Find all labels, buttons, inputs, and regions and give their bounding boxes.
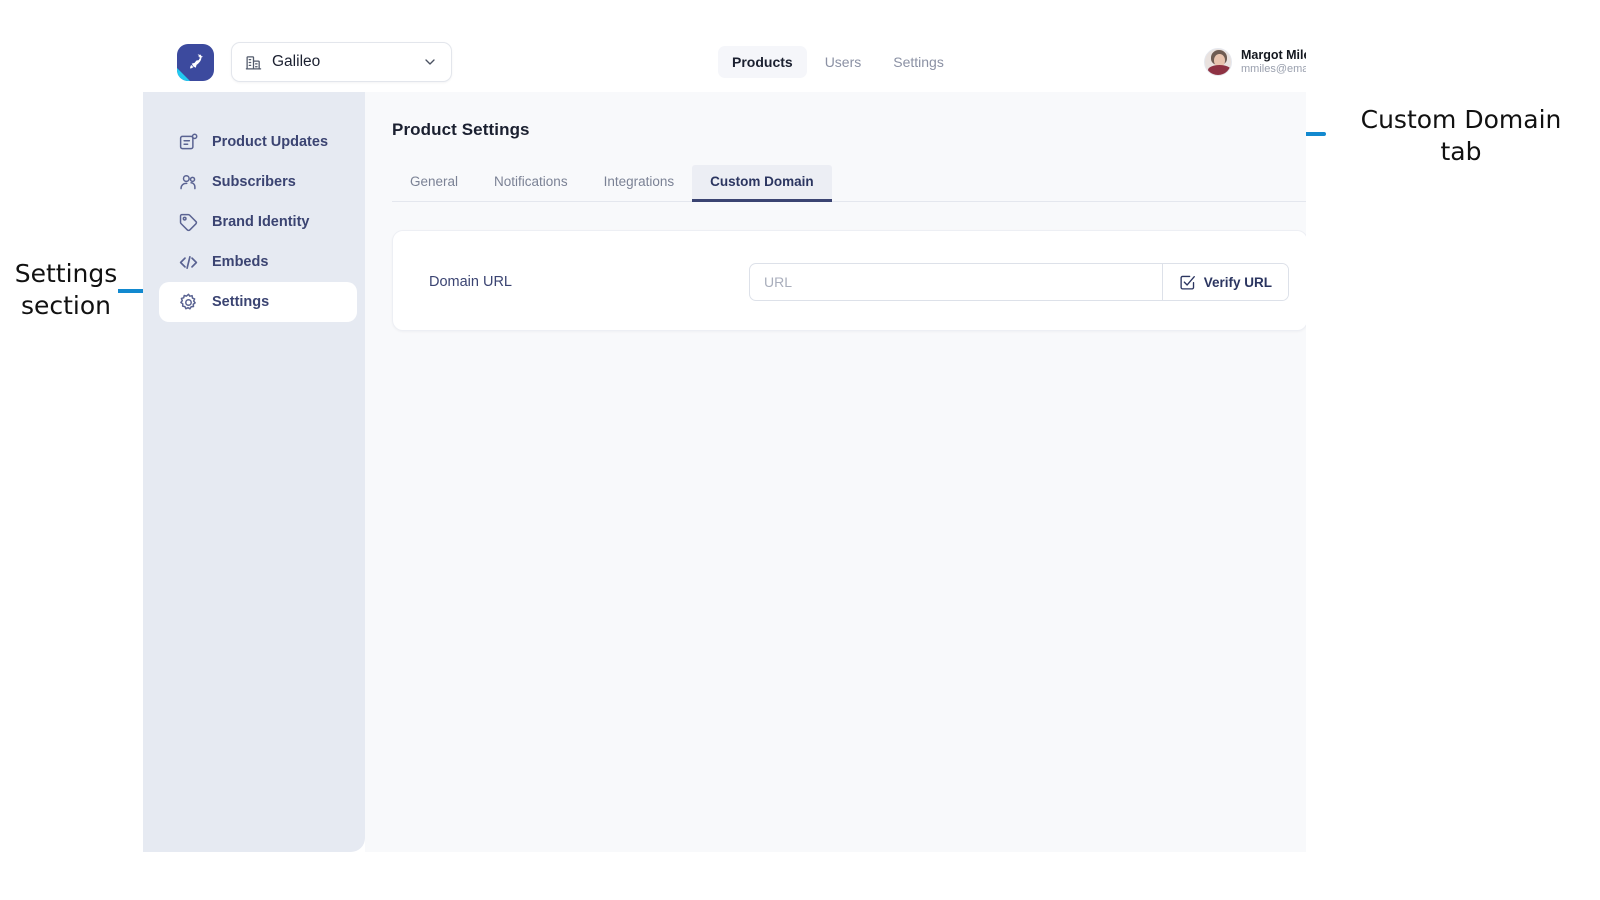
product-selector-value: Galileo	[272, 53, 412, 71]
user-menu[interactable]: Margot Mile mmiles@emai	[1204, 42, 1306, 82]
sidebar-item-label: Subscribers	[212, 174, 296, 190]
gear-icon	[178, 292, 199, 313]
sidebar-item-label: Embeds	[212, 254, 268, 270]
settings-tabs: General Notifications Integrations Custo…	[392, 164, 1306, 202]
tab-custom-domain[interactable]: Custom Domain	[692, 165, 832, 202]
user-text: Margot Mile mmiles@emai	[1241, 48, 1306, 76]
tag-icon	[178, 212, 199, 233]
rocket-logo-icon[interactable]	[177, 44, 214, 81]
tab-notifications[interactable]: Notifications	[476, 165, 586, 202]
user-email: mmiles@emai	[1241, 63, 1306, 76]
check-square-icon	[1179, 274, 1196, 291]
verify-url-label: Verify URL	[1204, 275, 1272, 290]
sidebar-item-label: Settings	[212, 294, 269, 310]
chevron-down-icon	[422, 54, 438, 70]
nav-link-settings[interactable]: Settings	[879, 46, 958, 78]
annotation-label-custom-domain-tab: Custom Domain tab	[1336, 104, 1586, 168]
company-building-icon	[245, 54, 262, 71]
domain-settings-card: Domain URL Verify URL	[392, 230, 1306, 331]
app-window: Galileo Products Users Settings Margot M…	[143, 22, 1306, 852]
nav-link-users[interactable]: Users	[811, 46, 876, 78]
user-name: Margot Mile	[1241, 48, 1306, 63]
announcement-icon	[178, 132, 199, 153]
page-title: Product Settings	[392, 120, 1306, 140]
nav-link-products[interactable]: Products	[718, 46, 807, 78]
sidebar: Product Updates Subscribers	[143, 92, 365, 852]
sidebar-item-product-updates[interactable]: Product Updates	[159, 122, 357, 162]
screenshot-root: Galileo Products Users Settings Margot M…	[0, 0, 1600, 900]
users-icon	[178, 172, 199, 193]
sidebar-item-subscribers[interactable]: Subscribers	[159, 162, 357, 202]
sidebar-item-brand-identity[interactable]: Brand Identity	[159, 202, 357, 242]
rocket-glyph	[185, 51, 206, 73]
main-content: Product Settings General Notifications I…	[365, 92, 1306, 852]
primary-nav: Products Users Settings	[718, 42, 958, 82]
annotation-label-settings-section: Settings section	[2, 258, 130, 322]
tab-integrations[interactable]: Integrations	[586, 165, 693, 202]
avatar	[1204, 48, 1232, 76]
verify-url-button[interactable]: Verify URL	[1162, 264, 1288, 300]
top-bar: Galileo Products Users Settings Margot M…	[143, 22, 1306, 92]
sidebar-item-label: Brand Identity	[212, 214, 309, 230]
sidebar-item-embeds[interactable]: Embeds	[159, 242, 357, 282]
body-area: Product Updates Subscribers	[143, 92, 1306, 852]
domain-url-label: Domain URL	[429, 274, 512, 290]
domain-url-input[interactable]	[750, 264, 1162, 300]
domain-url-group: Verify URL	[749, 263, 1289, 301]
code-icon	[178, 252, 199, 273]
sidebar-item-settings[interactable]: Settings	[159, 282, 357, 322]
product-selector[interactable]: Galileo	[231, 42, 452, 82]
tab-general[interactable]: General	[392, 165, 476, 202]
sidebar-item-label: Product Updates	[212, 134, 328, 150]
